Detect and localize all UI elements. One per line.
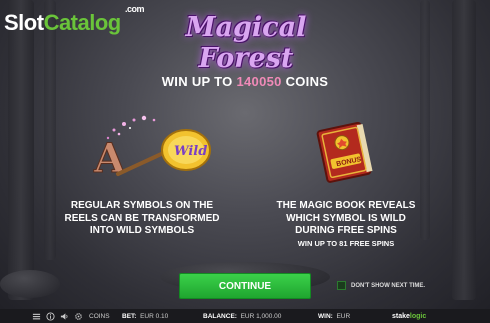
dont-show-checkbox[interactable] (337, 281, 346, 290)
free-spins-description: THE MAGIC BOOK REVEALS WHICH SYMBOL IS W… (262, 200, 430, 249)
provider-stake: stake (392, 312, 410, 320)
magic-book-icon: BONUS (316, 121, 373, 183)
win-label: WIN: (318, 312, 333, 320)
forest-tree (452, 0, 476, 300)
stakelogic-logo: stake logic (392, 309, 426, 323)
feature-line: REELS CAN BE TRANSFORMED (64, 212, 220, 224)
info-icon (46, 311, 55, 321)
feature-line: WHICH SYMBOL IS WILD (286, 212, 406, 224)
feature-line: REGULAR SYMBOLS ON THE (70, 200, 214, 211)
win-value: EUR (336, 312, 351, 320)
slotcatalog-watermark: SlotCatalog .com (4, 4, 145, 36)
watermark-catalog: Catalog (43, 10, 122, 35)
forest-tree (8, 0, 34, 300)
forest-rock (0, 270, 60, 298)
continue-button[interactable]: CONTINUE (179, 273, 311, 299)
wild-text: Wild (174, 144, 207, 159)
info-button[interactable] (46, 309, 55, 323)
bet-display: BET: EUR 0.10 (122, 309, 168, 323)
settings-button[interactable] (74, 309, 83, 323)
feature-line: INTO WILD SYMBOLS (89, 225, 195, 236)
balance-display: BALANCE: EUR 1,000.00 (203, 309, 281, 323)
settings-icon (75, 312, 82, 320)
provider-logic: logic (409, 312, 427, 320)
bet-label: BET: (122, 312, 137, 320)
bottom-status-bar: COINS BET: EUR 0.10 BALANCE: EUR 1,000.0… (0, 309, 490, 323)
feature-line: DURING FREE SPINS (295, 225, 397, 236)
coins-label: COINS (89, 312, 110, 320)
dont-show-option[interactable]: DON'T SHOW NEXT TIME. (337, 281, 425, 290)
max-win-headline: WIN UP TO 140050 COINS (0, 74, 490, 89)
headline-suffix: COINS (281, 74, 329, 89)
sound-button[interactable] (60, 309, 69, 323)
watermark-slot: Slot (4, 10, 44, 35)
coins-toggle[interactable]: COINS (89, 309, 110, 323)
wild-wand-icon: A Wild (93, 115, 211, 183)
game-logo: Magical Forest (185, 12, 307, 74)
free-spins-subtext: WIN UP TO 81 FREE SPINS (297, 238, 395, 248)
max-win-amount: 140050 (236, 74, 282, 89)
dont-show-label: DON'T SHOW NEXT TIME. (351, 282, 426, 289)
game-intro-screen: SlotCatalog .com Magical Forest WIN UP T… (0, 0, 490, 323)
bet-value: EUR 0.10 (140, 312, 169, 320)
sound-icon (60, 312, 68, 320)
headline-prefix: WIN UP TO (161, 74, 237, 89)
balance-label: BALANCE: (203, 312, 237, 320)
letter-a-symbol: A (93, 135, 126, 182)
wild-feature-description: REGULAR SYMBOLS ON THE REELS CAN BE TRAN… (52, 200, 232, 238)
menu-icon (32, 313, 41, 319)
menu-button[interactable] (32, 309, 41, 323)
balance-value: EUR 1,000.00 (240, 312, 282, 320)
feature-line: THE MAGIC BOOK REVEALS (276, 200, 416, 211)
win-display: WIN: EUR (318, 309, 350, 323)
